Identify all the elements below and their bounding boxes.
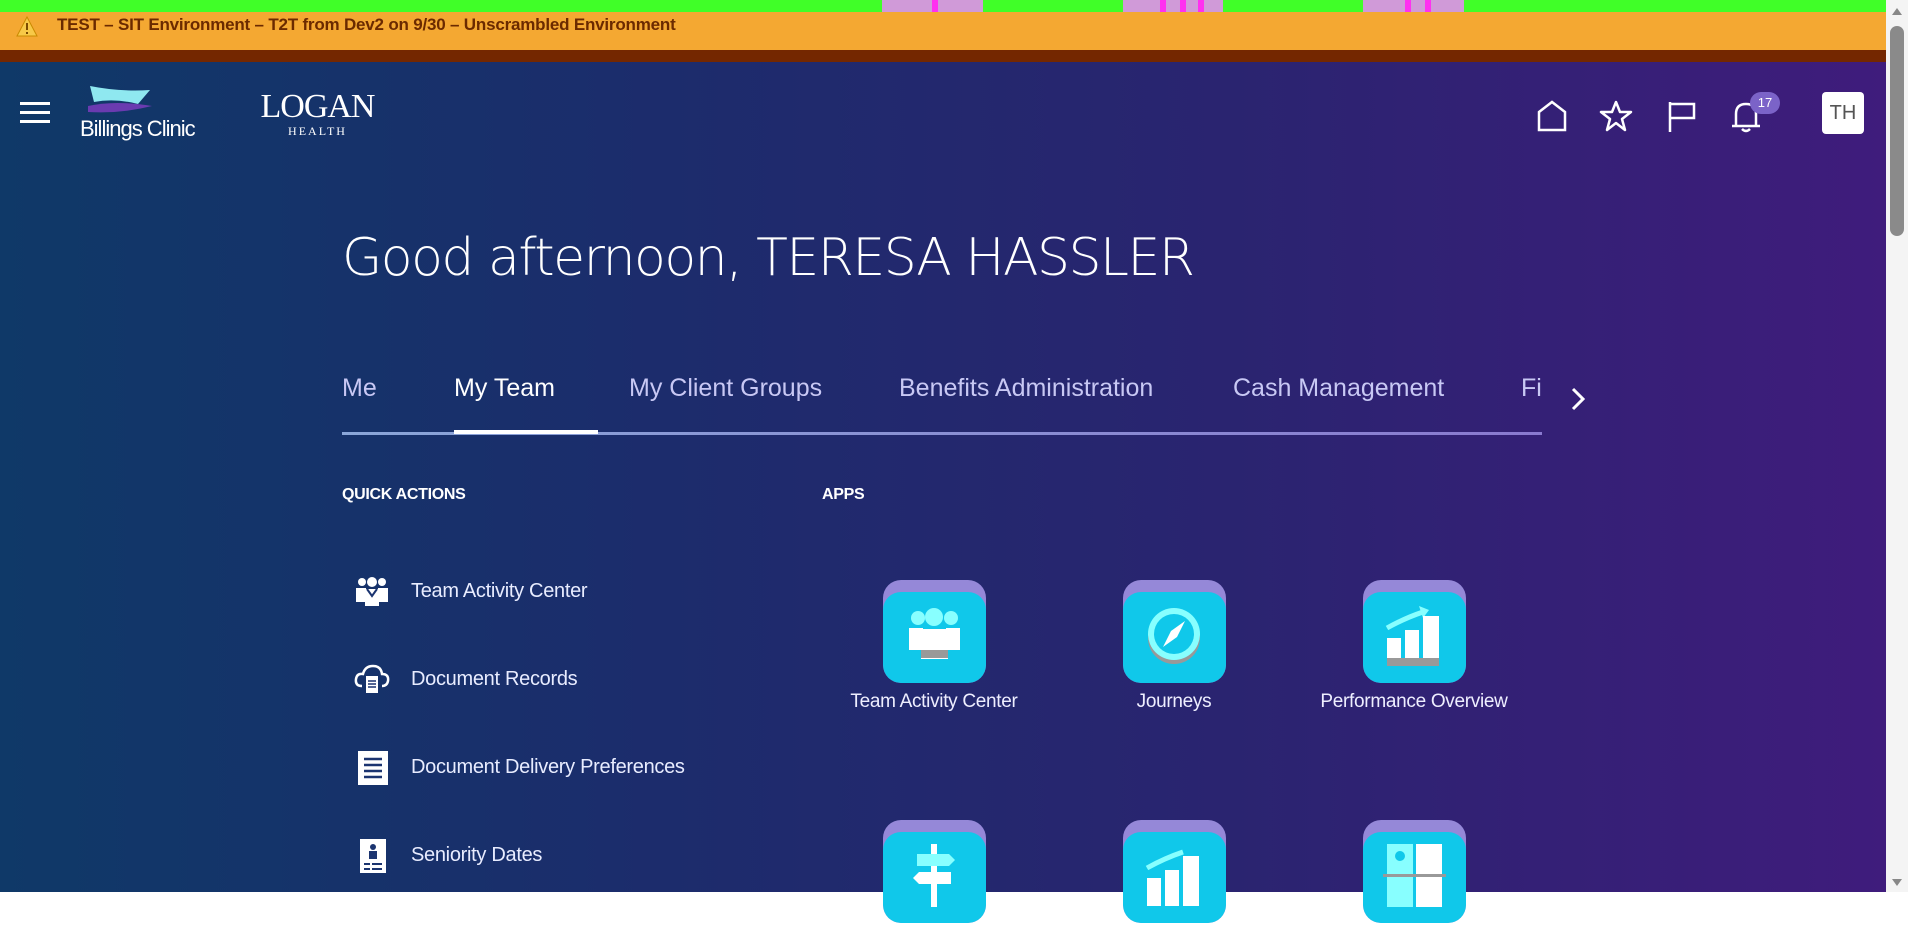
app-tile-directory[interactable] <box>1314 820 1514 929</box>
tab-me[interactable]: Me <box>342 374 377 403</box>
app-label: Team Activity Center <box>850 691 1018 712</box>
home-page: Billings Clinic LOGAN HEALTH 17 TH Good … <box>0 62 1886 923</box>
notification-count-badge[interactable]: 17 <box>1750 92 1780 114</box>
team-icon <box>908 608 960 659</box>
active-tab-indicator <box>454 430 598 434</box>
id-badge-icon <box>360 839 386 873</box>
banner-text: TEST – SIT Environment – T2T from Dev2 o… <box>57 15 676 34</box>
health-text: HEALTH <box>288 124 347 138</box>
compass-icon <box>1147 608 1200 664</box>
tab-fixed-assets[interactable]: Fixed Assets <box>1521 374 1542 403</box>
tab-my-team[interactable]: My Team <box>454 374 555 403</box>
favorites-star-icon[interactable] <box>1598 98 1634 134</box>
app-label: Performance Overview <box>1320 691 1508 712</box>
quick-actions-heading: QUICK ACTIONS <box>342 486 466 503</box>
quick-action-label: Seniority Dates <box>411 844 543 866</box>
logan-health-logo[interactable]: LOGAN HEALTH <box>250 90 385 145</box>
quick-action-seniority-dates[interactable]: Seniority Dates <box>354 836 834 876</box>
team-icon <box>356 577 388 606</box>
tab-cash-management[interactable]: Cash Management <box>1233 374 1444 403</box>
flag-icon[interactable] <box>1664 98 1700 134</box>
wave-logo-icon <box>88 86 152 113</box>
app-team-activity-center[interactable]: Team Activity Center <box>834 580 1034 715</box>
scroll-up-arrow-icon[interactable] <box>1892 8 1902 15</box>
billings-clinic-text: Billings Clinic <box>80 116 196 141</box>
quick-action-label: Team Activity Center <box>411 580 588 602</box>
apps-heading: APPS <box>822 486 865 503</box>
directory-icon <box>1382 844 1446 907</box>
quick-action-team-activity-center[interactable]: Team Activity Center <box>354 572 834 612</box>
document-list-icon <box>358 751 388 785</box>
environment-color-strip <box>0 0 1886 12</box>
user-avatar[interactable]: TH <box>1822 92 1864 134</box>
growth-chart-icon <box>1145 849 1199 906</box>
app-tile-signpost[interactable] <box>834 820 1034 929</box>
home-icon[interactable] <box>1534 98 1570 134</box>
app-journeys[interactable]: Journeys <box>1074 580 1274 715</box>
greeting-heading: Good afternoon, TERESA HASSLER <box>342 228 1195 288</box>
signpost-icon <box>912 844 955 907</box>
scrollbar-thumb[interactable] <box>1890 26 1904 236</box>
billings-clinic-logo[interactable]: Billings Clinic <box>80 84 215 144</box>
tab-benefits-administration[interactable]: Benefits Administration <box>899 374 1153 403</box>
quick-action-document-delivery-preferences[interactable]: Document Delivery Preferences <box>354 748 834 788</box>
scroll-down-arrow-icon[interactable] <box>1892 879 1902 886</box>
quick-action-label: Document Delivery Preferences <box>411 756 685 778</box>
quick-action-label: Document Records <box>411 668 578 690</box>
vertical-scrollbar[interactable] <box>1886 0 1908 892</box>
warning-icon <box>16 16 38 37</box>
environment-banner: TEST – SIT Environment – T2T from Dev2 o… <box>0 12 1886 50</box>
quick-action-document-records[interactable]: Document Records <box>354 660 834 700</box>
app-label: Journeys <box>1136 691 1212 712</box>
springboard-tabs: Me My Team My Client Groups Benefits Adm… <box>342 374 1542 434</box>
logan-text: LOGAN <box>260 88 376 125</box>
growth-chart-icon <box>1385 606 1439 666</box>
menu-button[interactable] <box>20 102 50 124</box>
app-tile-growth[interactable] <box>1074 820 1274 929</box>
tab-my-client-groups[interactable]: My Client Groups <box>629 374 822 403</box>
app-performance-overview[interactable]: Performance Overview <box>1314 580 1514 715</box>
chevron-right-icon[interactable] <box>1566 384 1590 414</box>
cloud-document-icon <box>354 664 390 693</box>
banner-divider <box>0 50 1886 62</box>
